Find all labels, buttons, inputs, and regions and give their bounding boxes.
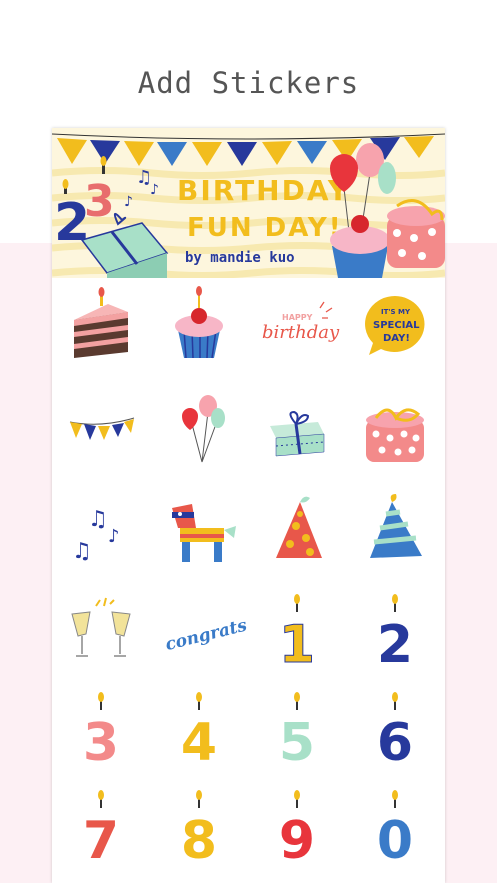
candle-digit: 2 (377, 615, 413, 675)
banner-author: by mandie kuo (185, 250, 295, 266)
banner-pink-gift-icon (387, 199, 445, 268)
bunting-sticker[interactable] (52, 382, 150, 480)
cake-slice-sticker[interactable] (52, 278, 150, 376)
balloons-sticker[interactable] (150, 382, 248, 480)
candle-0-sticker[interactable]: 0 (346, 780, 444, 878)
candle-digit: 8 (181, 811, 217, 871)
congrats-sticker[interactable]: congrats! (150, 584, 248, 682)
candle-digit: 7 (83, 811, 119, 871)
music-notes-sticker[interactable]: ♫ ♪ ♫ (52, 482, 150, 580)
candle-8-sticker[interactable]: 8 (150, 780, 248, 878)
bubble-text-3: DAY! (383, 333, 410, 344)
congrats-text: congrats! (163, 614, 248, 655)
sticker-pack-card: 2 3 ♫ ♪ ♪ BIRTHDAY FUN DAY! by mandie ku… (52, 128, 445, 883)
candle-digit: 9 (279, 811, 315, 871)
banner-title-line1: BIRTHDAY (177, 174, 350, 207)
banner-title-line2: FUN DAY! (187, 213, 343, 243)
bubble-text-1: IT'S MY (381, 308, 411, 316)
candle-9-sticker[interactable]: 9 (248, 780, 346, 878)
pink-gift-box-sticker[interactable] (346, 382, 444, 480)
candle-1-sticker[interactable]: 1 (248, 584, 346, 682)
birthday-script-text: birthday (262, 322, 340, 343)
candle-digit: 3 (83, 713, 119, 773)
sticker-pack-banner: 2 3 ♫ ♪ ♪ BIRTHDAY FUN DAY! by mandie ku… (52, 128, 445, 278)
svg-text:♪: ♪ (124, 194, 133, 210)
pinata-sticker[interactable] (150, 482, 248, 580)
candle-digit: 6 (377, 713, 413, 773)
candle-4-sticker[interactable]: 4 (150, 682, 248, 780)
candle-digit: 5 (279, 713, 315, 773)
cupcake-sticker[interactable] (150, 278, 248, 376)
candle-digit: 1 (279, 615, 315, 675)
happy-birthday-script-sticker[interactable]: HAPPY birthday (248, 278, 346, 376)
candle-7-sticker[interactable]: 7 (52, 780, 150, 878)
page-title: Add Stickers (137, 66, 360, 100)
svg-text:♫: ♫ (88, 507, 108, 532)
candle-digit: 4 (181, 713, 217, 773)
svg-text:♪: ♪ (108, 526, 120, 547)
special-day-bubble-sticker[interactable]: IT'S MY SPECIAL DAY! (346, 278, 444, 376)
candle-3-sticker[interactable]: 3 (52, 682, 150, 780)
champagne-toast-sticker[interactable] (52, 584, 150, 682)
svg-text:♪: ♪ (150, 182, 159, 198)
candle-6-sticker[interactable]: 6 (346, 682, 444, 780)
bubble-text-2: SPECIAL (373, 320, 420, 331)
party-hat-blue-sticker[interactable] (346, 482, 444, 580)
banner-number-3: 3 (84, 176, 115, 227)
svg-text:♫: ♫ (72, 539, 92, 564)
happy-text: HAPPY (282, 313, 313, 322)
party-hat-red-sticker[interactable] (248, 482, 346, 580)
blue-gift-box-sticker[interactable] (248, 382, 346, 480)
candle-2-sticker[interactable]: 2 (346, 584, 444, 682)
candle-5-sticker[interactable]: 5 (248, 682, 346, 780)
candle-digit: 0 (377, 811, 413, 871)
